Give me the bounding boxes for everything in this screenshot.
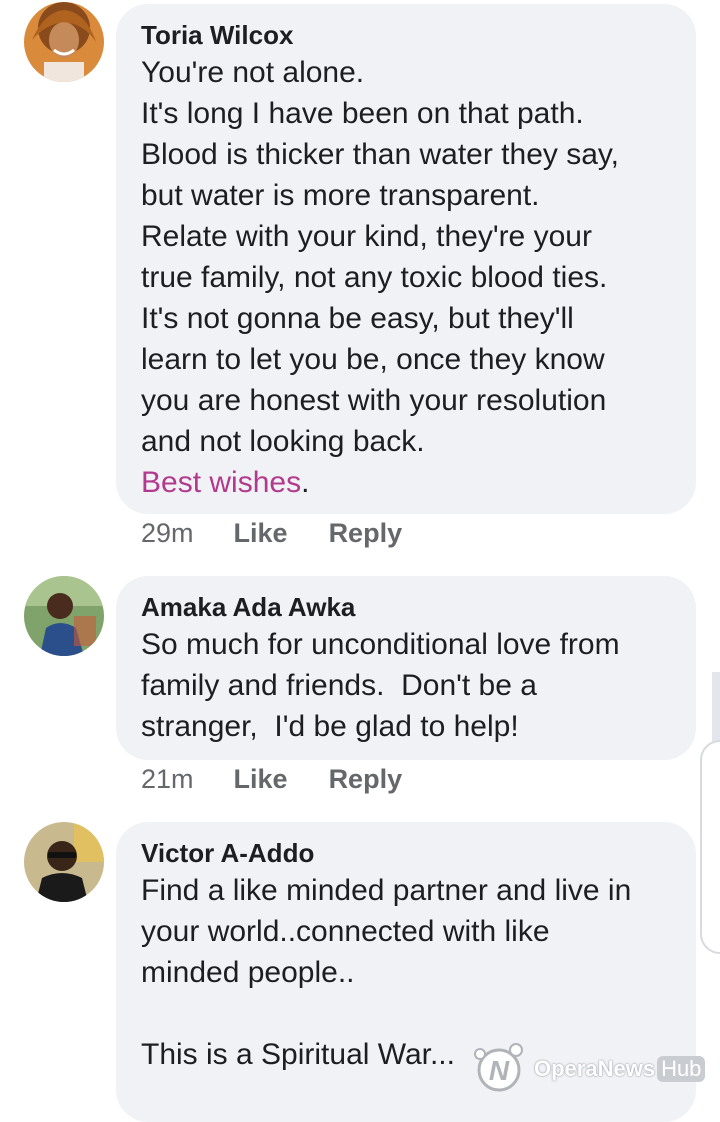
comment-line: true family, not any toxic blood ties. [141,261,608,294]
comment-line: stranger, I'd be glad to help! [141,710,519,743]
comment-bubble: Toria Wilcox You're not alone. It's long… [116,4,696,514]
comment-actions: 21m Like Reply [141,764,402,795]
comment-line: but water is more transparent. [141,179,540,212]
svg-text:N: N [489,1055,510,1086]
operanews-logo-icon: N [468,1036,530,1103]
comment-line: Find a like minded partner and live in [141,874,632,907]
reply-button[interactable]: Reply [329,518,403,549]
watermark-brand: OperaNews [534,1056,656,1081]
comment-bubble: Amaka Ada Awka So much for unconditional… [116,576,696,760]
comment-line: It's long I have been on that path. [141,97,584,130]
comment-line: You're not alone. [141,56,365,89]
comment-author[interactable]: Toria Wilcox [141,18,672,52]
watermark: N OperaNews Hub [468,1036,713,1102]
comment-actions: 29m Like Reply [141,518,402,549]
comment-line: learn to let you be, once they know [141,343,605,376]
comment-line-blank [141,993,672,1034]
comment-author[interactable]: Amaka Ada Awka [141,590,672,624]
comment-line-signoff: Best wishes. [141,462,672,503]
highlighted-text[interactable]: Best wishes [141,466,301,499]
comment-author[interactable]: Victor A-Addo [141,836,672,870]
comment-line: So much for unconditional love from [141,628,620,661]
scroll-handle[interactable] [700,740,720,954]
like-button[interactable]: Like [234,518,288,549]
avatar[interactable] [24,576,104,656]
like-button[interactable]: Like [234,764,288,795]
comment-line: It's not gonna be easy, but they'll [141,302,574,335]
avatar[interactable] [24,822,104,902]
signoff-punctuation: . [301,466,310,499]
comment-line: Blood is thicker than water they say, [141,138,620,171]
comment-line: Relate with your kind, they're your [141,220,592,253]
comment-line: minded people.. [141,956,355,989]
comment-timestamp[interactable]: 29m [141,518,194,549]
comment-line: your world..connected with like [141,915,550,948]
watermark-hub: Hub [657,1056,706,1082]
comment-timestamp[interactable]: 21m [141,764,194,795]
comment-line: and not looking back. [141,425,425,458]
comment-line: family and friends. Don't be a [141,669,537,702]
avatar[interactable] [24,2,104,82]
reply-button[interactable]: Reply [329,764,403,795]
comment-line: you are honest with your resolution [141,384,607,417]
